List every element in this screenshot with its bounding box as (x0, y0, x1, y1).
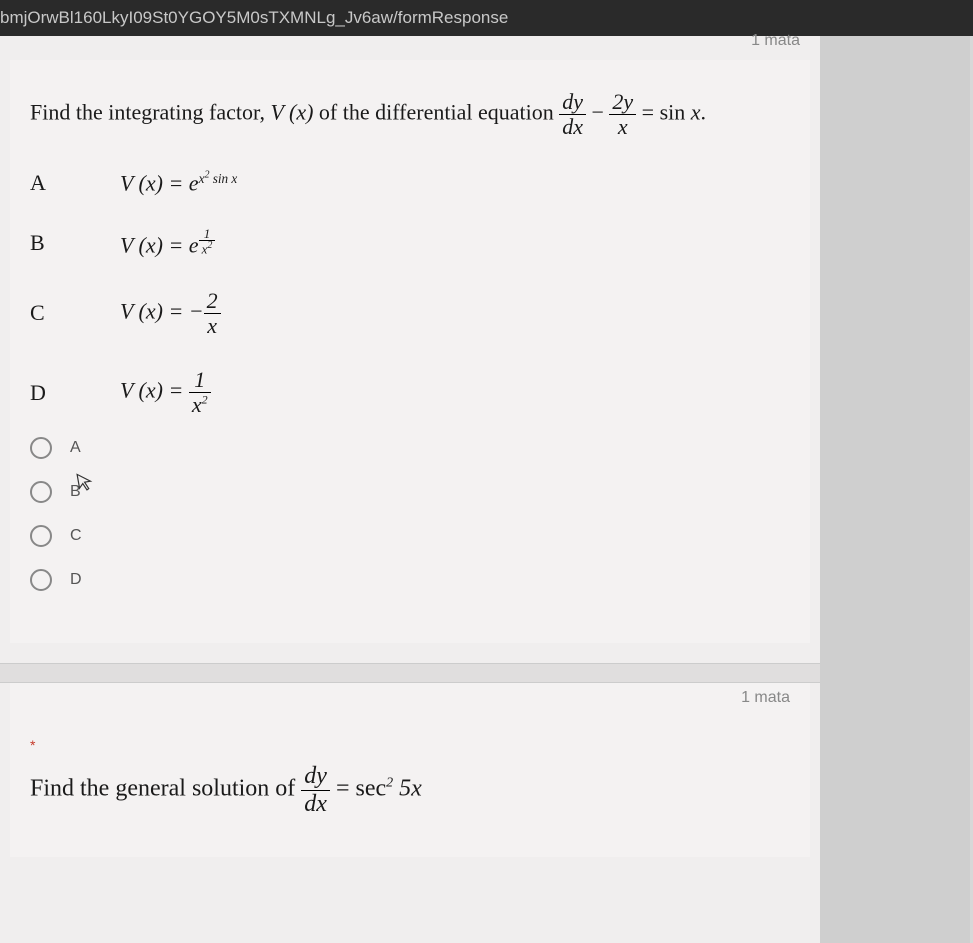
q1-frac-dy-dx: dy dx (559, 90, 586, 139)
url-text: bmjOrwBl160LkyI09St0YGOY5M0sTXMNLg_Jv6aw… (0, 8, 508, 27)
option-c-row: C V (x) = −2x (30, 289, 790, 338)
form-page: 1 mata Find the integrating factor, V (x… (0, 36, 820, 943)
q1-frac-2y-x: 2y x (609, 90, 636, 139)
radio-option-c[interactable]: C (30, 525, 790, 547)
radio-option-b[interactable]: B (30, 481, 790, 503)
radio-label-a: A (70, 439, 81, 457)
option-d-row: D V (x) = 1x2 (30, 368, 790, 417)
q2-tail: 5x (399, 776, 422, 802)
q2-sup: 2 (386, 776, 393, 791)
options-list: A V (x) = ex2 sin x B V (x) = e1x2 C V (… (30, 169, 790, 417)
option-d-formula: V (x) = 1x2 (120, 368, 211, 417)
card-divider (0, 663, 820, 683)
question-2-card: 1 mata * Find the general solution of dy… (10, 683, 810, 857)
question-1-card: Find the integrating factor, V (x) of th… (10, 60, 810, 643)
option-a-row: A V (x) = ex2 sin x (30, 169, 790, 197)
side-gutter (820, 36, 970, 943)
points-badge-top: 1 mata (0, 26, 820, 50)
q1-dot: . (701, 100, 707, 125)
radio-circle-icon (30, 481, 52, 503)
option-d-letter: D (30, 380, 120, 406)
radio-label-c: C (70, 527, 82, 545)
q1-minus: − (591, 100, 609, 125)
q2-prefix: Find the general solution of (30, 776, 301, 802)
option-b-letter: B (30, 230, 120, 256)
radio-option-d[interactable]: D (30, 569, 790, 591)
required-asterisk: * (10, 707, 810, 753)
q1-prefix: Find the integrating factor, (30, 100, 270, 125)
option-a-letter: A (30, 170, 120, 196)
radio-option-a[interactable]: A (30, 437, 790, 459)
radio-group: A B C D (30, 437, 790, 591)
radio-label-d: D (70, 571, 82, 589)
radio-circle-icon (30, 437, 52, 459)
q2-frac: dy dx (301, 763, 330, 817)
option-b-row: B V (x) = e1x2 (30, 227, 790, 259)
q1-mid: of the differential equation (319, 100, 559, 125)
option-c-letter: C (30, 300, 120, 326)
q2-eq: = sec (336, 776, 386, 802)
option-a-formula: V (x) = ex2 sin x (120, 169, 237, 197)
q1-x: x (691, 100, 701, 125)
option-b-formula: V (x) = e1x2 (120, 227, 215, 259)
radio-circle-icon (30, 569, 52, 591)
radio-circle-icon (30, 525, 52, 547)
question-1-text: Find the integrating factor, V (x) of th… (30, 90, 790, 139)
option-c-formula: V (x) = −2x (120, 289, 221, 338)
points-badge-bottom: 1 mata (10, 683, 810, 707)
question-2-text: Find the general solution of dy dx = sec… (10, 753, 810, 857)
q1-vx: V (x) (270, 100, 313, 125)
q1-eq: = sin (642, 100, 691, 125)
